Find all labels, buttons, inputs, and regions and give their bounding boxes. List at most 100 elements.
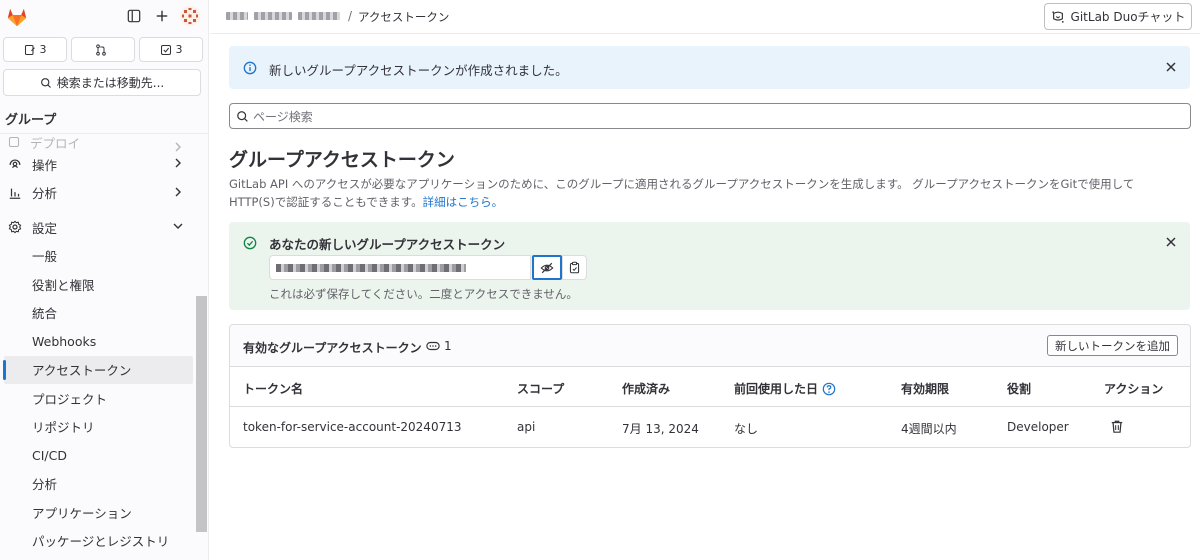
merge-requests-button[interactable] — [71, 37, 135, 62]
add-new-token-button[interactable]: 新しいトークンを追加 — [1047, 335, 1178, 356]
sidebar-item-webhooks[interactable]: Webhooks — [0, 327, 193, 356]
close-icon[interactable] — [1164, 60, 1178, 74]
page-search-input[interactable]: ページ検索 — [229, 103, 1191, 129]
sidebar-top — [0, 0, 208, 34]
column-header-actions: アクション — [1104, 382, 1164, 396]
check-circle-icon — [243, 236, 257, 250]
sidebar-item-analytics[interactable]: 分析 — [0, 470, 193, 499]
sidebar-toggle-icon[interactable] — [124, 6, 144, 26]
todos-count: 3 — [175, 43, 183, 56]
sidebar-scrollbar[interactable] — [196, 296, 207, 532]
sidebar-item-general[interactable]: 一般 — [0, 242, 193, 271]
info-icon — [243, 61, 257, 75]
breadcrumb-redacted-project[interactable] — [298, 12, 340, 20]
create-new-icon[interactable] — [152, 6, 172, 26]
help-icon[interactable] — [822, 382, 836, 396]
column-header-created[interactable]: 作成済み — [622, 380, 670, 397]
column-header-last-used[interactable]: 前回使用した日 — [734, 380, 836, 397]
search-icon — [40, 77, 51, 88]
trash-icon[interactable] — [1110, 419, 1124, 434]
active-tokens-card: 有効なグループアクセストークン 1 新しいトークンを追加 トークン名 スコープ … — [229, 324, 1191, 448]
sidebar-item-settings[interactable]: 設定 — [0, 213, 193, 242]
sidebar-search-label: 検索または移動先... — [56, 76, 165, 90]
info-alert-message: 新しいグループアクセストークンが作成されました。 — [269, 63, 568, 78]
breadcrumb-current[interactable]: アクセストークン — [358, 9, 449, 25]
sidebar-search-button[interactable]: 検索または移動先... — [3, 69, 201, 96]
sidebar-item-integrations[interactable]: 統合 — [0, 299, 193, 328]
sidebar-item-label: 設定 — [32, 220, 58, 236]
copy-token-button[interactable] — [562, 255, 587, 280]
tokens-table-header: トークン名 スコープ 作成済み 前回使用した日 有効期限 役割 アクション — [230, 367, 1190, 407]
active-tokens-header: 有効なグループアクセストークン 1 新しいトークンを追加 — [230, 325, 1190, 367]
chevron-right-icon — [175, 187, 181, 196]
column-header-role[interactable]: 役割 — [1007, 380, 1031, 397]
column-header-expires[interactable]: 有効期限 — [901, 380, 949, 397]
page-description-text: GitLab API へのアクセスが必要なアプリケーションのために、このグループ… — [229, 177, 1135, 209]
sidebar-item-applications[interactable]: アプリケーション — [0, 498, 193, 527]
todos-count-button[interactable]: 3 — [139, 37, 203, 62]
duo-chat-button[interactable]: GitLab Duoチャット — [1044, 3, 1192, 30]
active-tokens-count-value: 1 — [444, 339, 452, 353]
page-title: グループアクセストークン — [229, 149, 455, 171]
duo-chat-icon — [1051, 10, 1064, 23]
deploy-icon — [8, 136, 20, 148]
new-token-warning: これは必ず保存してください。二度とアクセスできません。 — [269, 287, 578, 301]
sidebar-item-analyze[interactable]: 分析 — [0, 179, 193, 208]
active-tokens-count: 1 — [426, 339, 452, 353]
clipboard-icon — [569, 261, 580, 274]
sidebar-item-access-tokens[interactable]: アクセストークン — [3, 355, 193, 384]
column-header-token-name[interactable]: トークン名 — [243, 380, 303, 397]
new-token-title: あなたの新しいグループアクセストークン — [269, 237, 506, 252]
token-expires-cell: 4週間以内 — [901, 422, 957, 436]
sidebar-item-label: 操作 — [32, 157, 58, 173]
search-icon — [237, 110, 248, 122]
sidebar-nav: デプロイ 操作 分析 設定 一般 役割と権限 統合 Webhooks アクセスト… — [0, 134, 193, 555]
token-role-cell: Developer — [1007, 420, 1069, 434]
column-header-last-used-label: 前回使用した日 — [734, 382, 819, 396]
gear-icon — [8, 220, 22, 234]
eye-slash-icon — [540, 262, 554, 273]
user-avatar[interactable] — [180, 6, 200, 26]
table-row: token-for-service-account-20240713 api 7… — [230, 407, 1190, 447]
sidebar: 3 3 検索または移動先... グループ デプロイ 操作 分析 設定 一般 役割… — [0, 0, 209, 560]
token-scope-cell: api — [517, 420, 536, 434]
sidebar-item-deploy[interactable]: デプロイ — [0, 134, 193, 152]
toggle-visibility-button[interactable] — [532, 255, 562, 280]
active-tokens-title: 有効なグループアクセストークン — [243, 341, 422, 355]
issues-icon — [24, 44, 35, 55]
issues-count-button[interactable]: 3 — [3, 37, 67, 62]
learn-more-link[interactable]: 詳細はこちら。 — [423, 195, 504, 209]
gitlab-logo-icon[interactable] — [6, 6, 28, 28]
top-bar: / アクセストークン GitLab Duoチャット — [210, 0, 1200, 34]
breadcrumb-separator: / — [348, 9, 353, 23]
sidebar-item-repository[interactable]: リポジトリ — [0, 413, 193, 442]
chevron-down-icon — [173, 223, 183, 229]
sidebar-item-projects[interactable]: プロジェクト — [0, 384, 193, 413]
token-name-cell: token-for-service-account-20240713 — [243, 420, 462, 434]
column-header-scope[interactable]: スコープ — [517, 380, 564, 397]
info-alert: 新しいグループアクセストークンが作成されました。 — [229, 46, 1190, 89]
token-last-used-cell: なし — [734, 422, 759, 436]
merge-request-icon — [96, 43, 106, 56]
chart-icon — [9, 188, 21, 199]
token-icon — [426, 341, 440, 351]
breadcrumb-redacted-group[interactable] — [226, 12, 248, 20]
sidebar-item-ci-cd[interactable]: CI/CD — [0, 441, 193, 470]
new-token-field[interactable] — [269, 255, 531, 280]
sidebar-item-packages-registries[interactable]: パッケージとレジストリ — [0, 527, 193, 556]
sidebar-item-label: デプロイ — [30, 135, 81, 151]
sidebar-item-roles-permissions[interactable]: 役割と権限 — [0, 270, 193, 299]
breadcrumb-redacted-subgroup[interactable] — [254, 12, 292, 20]
todo-check-icon — [160, 44, 171, 55]
chevron-right-icon — [175, 158, 181, 168]
close-icon[interactable] — [1164, 235, 1178, 249]
sidebar-item-label: 分析 — [32, 186, 58, 202]
page-search-placeholder: ページ検索 — [253, 109, 313, 124]
token-created-cell: 7月 13, 2024 — [622, 422, 699, 436]
sidebar-context-label: グループ — [5, 113, 57, 128]
cloud-icon — [9, 159, 21, 169]
duo-chat-label: GitLab Duoチャット — [1070, 10, 1186, 24]
sidebar-item-operate[interactable]: 操作 — [0, 150, 193, 179]
page-description: GitLab API へのアクセスが必要なアプリケーションのために、このグループ… — [229, 175, 1179, 211]
issues-count: 3 — [39, 43, 47, 56]
